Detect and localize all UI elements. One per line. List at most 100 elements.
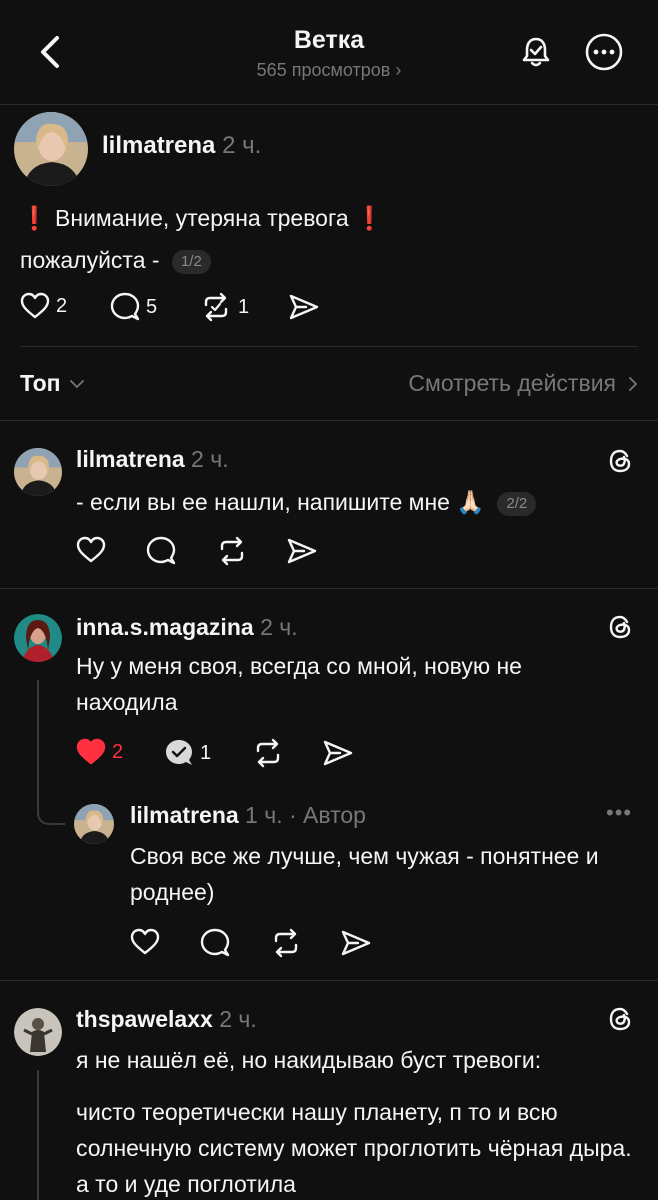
avatar[interactable]	[74, 804, 114, 844]
thread-line	[37, 1070, 39, 1200]
reply-header: lilmatrena 1 ч. · Автор	[130, 802, 366, 829]
reply-time: 1 ч.	[245, 802, 283, 828]
avatar[interactable]	[14, 448, 62, 496]
divider	[0, 104, 658, 105]
reply-text-paragraph-2: чисто теоретически нашу планету, п то и …	[76, 1099, 632, 1197]
repost-button[interactable]	[216, 536, 248, 566]
like-button[interactable]: 2	[20, 292, 67, 320]
post-text-line-1: ❗ Внимание, утеряна тревога ❗	[20, 200, 384, 236]
exclamation-emoji-right: ❗	[355, 205, 384, 231]
comment-button[interactable]: 1	[164, 738, 211, 768]
divider	[0, 980, 658, 981]
repost-count: 1	[238, 295, 250, 318]
like-button[interactable]: 2	[76, 738, 123, 766]
chevron-down-icon	[69, 379, 84, 388]
more-circle-icon	[585, 33, 623, 71]
reply-time: 2 ч.	[219, 1006, 257, 1032]
repost-icon	[220, 536, 244, 566]
heart-icon	[76, 536, 106, 563]
share-button[interactable]	[286, 536, 318, 566]
heart-icon	[20, 292, 50, 319]
author-tag: · Автор	[289, 802, 366, 828]
comment-button[interactable]	[200, 928, 230, 958]
reply-text: - если вы ее нашли, напишите мне 🙏🏻 2/2	[76, 484, 537, 520]
repost-icon	[274, 928, 298, 958]
comment-icon	[110, 292, 140, 321]
post-text: Внимание, утеряна тревога	[55, 205, 349, 231]
threads-logo-icon[interactable]	[606, 612, 636, 642]
repost-button[interactable]: 1	[200, 292, 249, 322]
repost-button[interactable]	[270, 928, 302, 958]
username[interactable]: inna.s.magazina	[76, 614, 254, 640]
reply-time: 2 ч.	[191, 446, 229, 472]
divider	[20, 346, 638, 347]
views-link[interactable]: 565 просмотров ›	[0, 60, 658, 81]
share-button[interactable]	[288, 292, 320, 322]
sort-label: Топ	[20, 370, 61, 396]
activity-link[interactable]: Смотреть действия	[408, 370, 638, 397]
avatar[interactable]	[14, 614, 62, 662]
reply-header: lilmatrena 2 ч.	[76, 446, 229, 473]
comment-button[interactable]: 5	[110, 292, 157, 322]
reply-text: Своя все же лучше, чем чужая - понятнее …	[130, 843, 599, 905]
reply-header: thspawelaxx 2 ч.	[76, 1006, 257, 1033]
share-icon	[323, 740, 353, 766]
bell-icon	[522, 37, 550, 67]
heart-filled-icon	[76, 738, 106, 765]
repost-button[interactable]	[252, 738, 284, 768]
reply-header: inna.s.magazina 2 ч.	[76, 614, 298, 641]
post-text-line-2: пожалуйста - 1/2	[20, 242, 211, 278]
divider	[0, 588, 658, 589]
header: Ветка 565 просмотров ›	[0, 0, 658, 104]
reply-text: я не нашёл её, но накидываю буст тревоги…	[76, 1047, 542, 1073]
share-icon	[289, 294, 319, 320]
share-icon	[341, 930, 371, 956]
sort-dropdown[interactable]: Топ	[20, 370, 85, 397]
page-badge[interactable]: 2/2	[497, 491, 537, 516]
chevron-right-icon: ›	[395, 60, 402, 80]
share-button[interactable]	[340, 928, 372, 958]
like-button[interactable]	[130, 928, 160, 956]
username[interactable]: lilmatrena	[102, 132, 215, 159]
threads-logo-icon[interactable]	[606, 1004, 636, 1034]
thread-line	[37, 680, 39, 816]
reply-text: Ну у меня своя, всегда со мной, новую не…	[76, 653, 522, 715]
activity-link-label: Смотреть действия	[408, 370, 616, 396]
notify-button[interactable]	[516, 32, 556, 72]
like-button[interactable]	[76, 536, 106, 564]
avatar[interactable]	[14, 112, 88, 186]
chevron-right-icon	[629, 376, 637, 391]
post-text-continued: пожалуйста -	[20, 247, 160, 273]
thread-connector	[37, 800, 65, 825]
share-icon	[287, 538, 317, 564]
username[interactable]: lilmatrena	[130, 802, 239, 828]
like-count: 2	[112, 740, 124, 763]
page-title: Ветка	[293, 26, 365, 54]
more-options-button[interactable]: •••	[606, 800, 632, 826]
reply-count: 1	[200, 741, 212, 764]
username[interactable]: lilmatrena	[76, 446, 185, 472]
username[interactable]: thspawelaxx	[76, 1006, 213, 1032]
reply-text-content: - если вы ее нашли, напишите мне	[76, 489, 450, 515]
comment-icon	[146, 536, 176, 565]
avatar[interactable]	[14, 1008, 62, 1056]
heart-icon	[130, 928, 160, 955]
reply-time: 2 ч.	[260, 614, 298, 640]
comment-filled-icon	[166, 740, 192, 765]
comment-icon	[200, 928, 230, 957]
share-button[interactable]	[322, 738, 354, 768]
like-count: 2	[56, 294, 68, 317]
post-header: lilmatrena 2 ч.	[102, 132, 261, 160]
reply-count: 5	[146, 295, 158, 318]
views-count: 565 просмотров	[256, 60, 391, 80]
more-button[interactable]	[584, 32, 624, 72]
repost-icon	[204, 292, 228, 322]
repost-icon	[256, 738, 280, 768]
exclamation-emoji-left: ❗	[20, 205, 49, 231]
threads-logo-icon[interactable]	[606, 446, 636, 476]
page-badge[interactable]: 1/2	[171, 249, 211, 274]
comment-button[interactable]	[146, 536, 176, 566]
divider	[0, 420, 658, 421]
post-time: 2 ч.	[222, 132, 262, 159]
prayer-emoji: 🙏🏻	[456, 489, 485, 515]
